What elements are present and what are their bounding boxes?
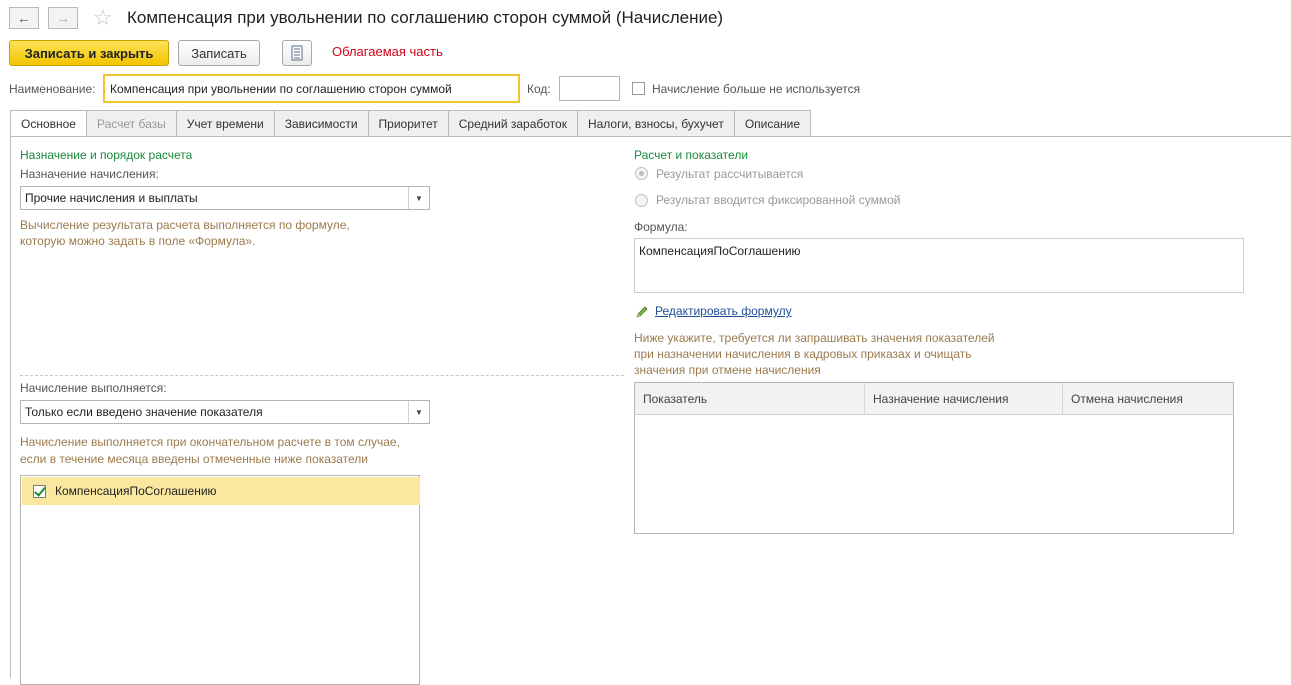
tab-description[interactable]: Описание	[733, 110, 812, 136]
back-arrow-icon: ←	[17, 10, 31, 26]
edit-formula-link[interactable]: Редактировать формулу	[655, 304, 792, 318]
purpose-select[interactable]: Прочие начисления и выплаты ▼	[20, 186, 430, 210]
list-item[interactable]: КомпенсацияПоСоглашению	[22, 477, 420, 505]
radio-fixed[interactable]	[635, 194, 648, 207]
tab-time-accounting[interactable]: Учет времени	[175, 110, 275, 136]
purpose-select-value: Прочие начисления и выплаты	[25, 191, 198, 205]
indicators-list[interactable]: КомпенсацияПоСоглашению	[20, 475, 420, 685]
tab-dependencies[interactable]: Зависимости	[273, 110, 369, 136]
taxable-part-label: Облагаемая часть	[332, 44, 443, 59]
tab-bar: Основное Расчет базы Учет времени Зависи…	[10, 110, 812, 137]
not-used-checkbox[interactable]	[632, 82, 645, 95]
report-button[interactable]	[282, 40, 312, 66]
report-icon	[291, 45, 303, 61]
exec-label: Начисление выполняется:	[20, 381, 167, 395]
tab-priority[interactable]: Приоритет	[367, 110, 449, 136]
section-divider	[20, 375, 624, 376]
indicators-table[interactable]: Показатель Назначение начисления Отмена …	[634, 382, 1234, 534]
save-and-close-button[interactable]: Записать и закрыть	[9, 40, 169, 66]
column-header-cancellation[interactable]: Отмена начисления	[1063, 383, 1233, 414]
window-title: Компенсация при увольнении по соглашению…	[127, 8, 724, 27]
pencil-icon	[635, 305, 649, 322]
exec-select[interactable]: Только если введено значение показателя …	[20, 400, 430, 424]
not-used-label: Начисление больше не используется	[652, 82, 861, 96]
exec-hint-line-1: Начисление выполняется при окончательном…	[20, 435, 400, 449]
purpose-hint-line-2: которую можно задать в поле «Формула».	[20, 234, 256, 248]
back-button[interactable]: ←	[9, 7, 39, 29]
table-hint-line-3: значения при отмене начисления	[634, 363, 821, 377]
purpose-section-title: Назначение и порядок расчета	[20, 148, 193, 162]
table-hint-line-1: Ниже укажите, требуется ли запрашивать з…	[634, 331, 995, 345]
panel-left-border	[10, 136, 11, 678]
table-header: Показатель Назначение начисления Отмена …	[635, 383, 1233, 415]
dropdown-arrow-icon[interactable]: ▼	[408, 401, 429, 423]
exec-select-value: Только если введено значение показателя	[25, 405, 263, 419]
column-header-assignment[interactable]: Назначение начисления	[865, 383, 1063, 414]
code-field[interactable]	[559, 76, 620, 101]
forward-arrow-icon: →	[56, 10, 70, 26]
code-label: Код:	[527, 82, 551, 96]
tab-divider	[10, 136, 1291, 137]
calc-section-title: Расчет и показатели	[634, 148, 749, 162]
dropdown-arrow-icon[interactable]: ▼	[408, 187, 429, 209]
formula-label: Формула:	[634, 220, 688, 234]
checkmark-icon[interactable]	[33, 484, 46, 498]
exec-hint-line-2: если в течение месяца введены отмеченные…	[20, 452, 368, 466]
purpose-label: Назначение начисления:	[20, 167, 159, 181]
forward-button[interactable]: →	[48, 7, 78, 29]
purpose-hint-line-1: Вычисление результата расчета выполняетс…	[20, 218, 350, 232]
column-header-indicator[interactable]: Показатель	[635, 383, 865, 414]
name-field[interactable]: Компенсация при увольнении по соглашению…	[103, 74, 520, 103]
radio-fixed-label: Результат вводится фиксированной суммой	[656, 193, 901, 207]
tab-taxes[interactable]: Налоги, взносы, бухучет	[576, 110, 735, 136]
name-label: Наименование:	[9, 82, 96, 96]
formula-field[interactable]: КомпенсацияПоСоглашению	[634, 238, 1244, 293]
table-hint-line-2: при назначении начисления в кадровых при…	[634, 347, 972, 361]
radio-calculated-label: Результат рассчитывается	[656, 167, 804, 181]
radio-calculated[interactable]	[635, 167, 648, 180]
tab-average-earnings[interactable]: Средний заработок	[447, 110, 578, 136]
save-button[interactable]: Записать	[178, 40, 260, 66]
list-item-label: КомпенсацияПоСоглашению	[55, 484, 217, 498]
tab-base-calc[interactable]: Расчет базы	[85, 110, 177, 136]
tab-main[interactable]: Основное	[10, 110, 87, 137]
star-icon[interactable]: ☆	[93, 5, 113, 31]
